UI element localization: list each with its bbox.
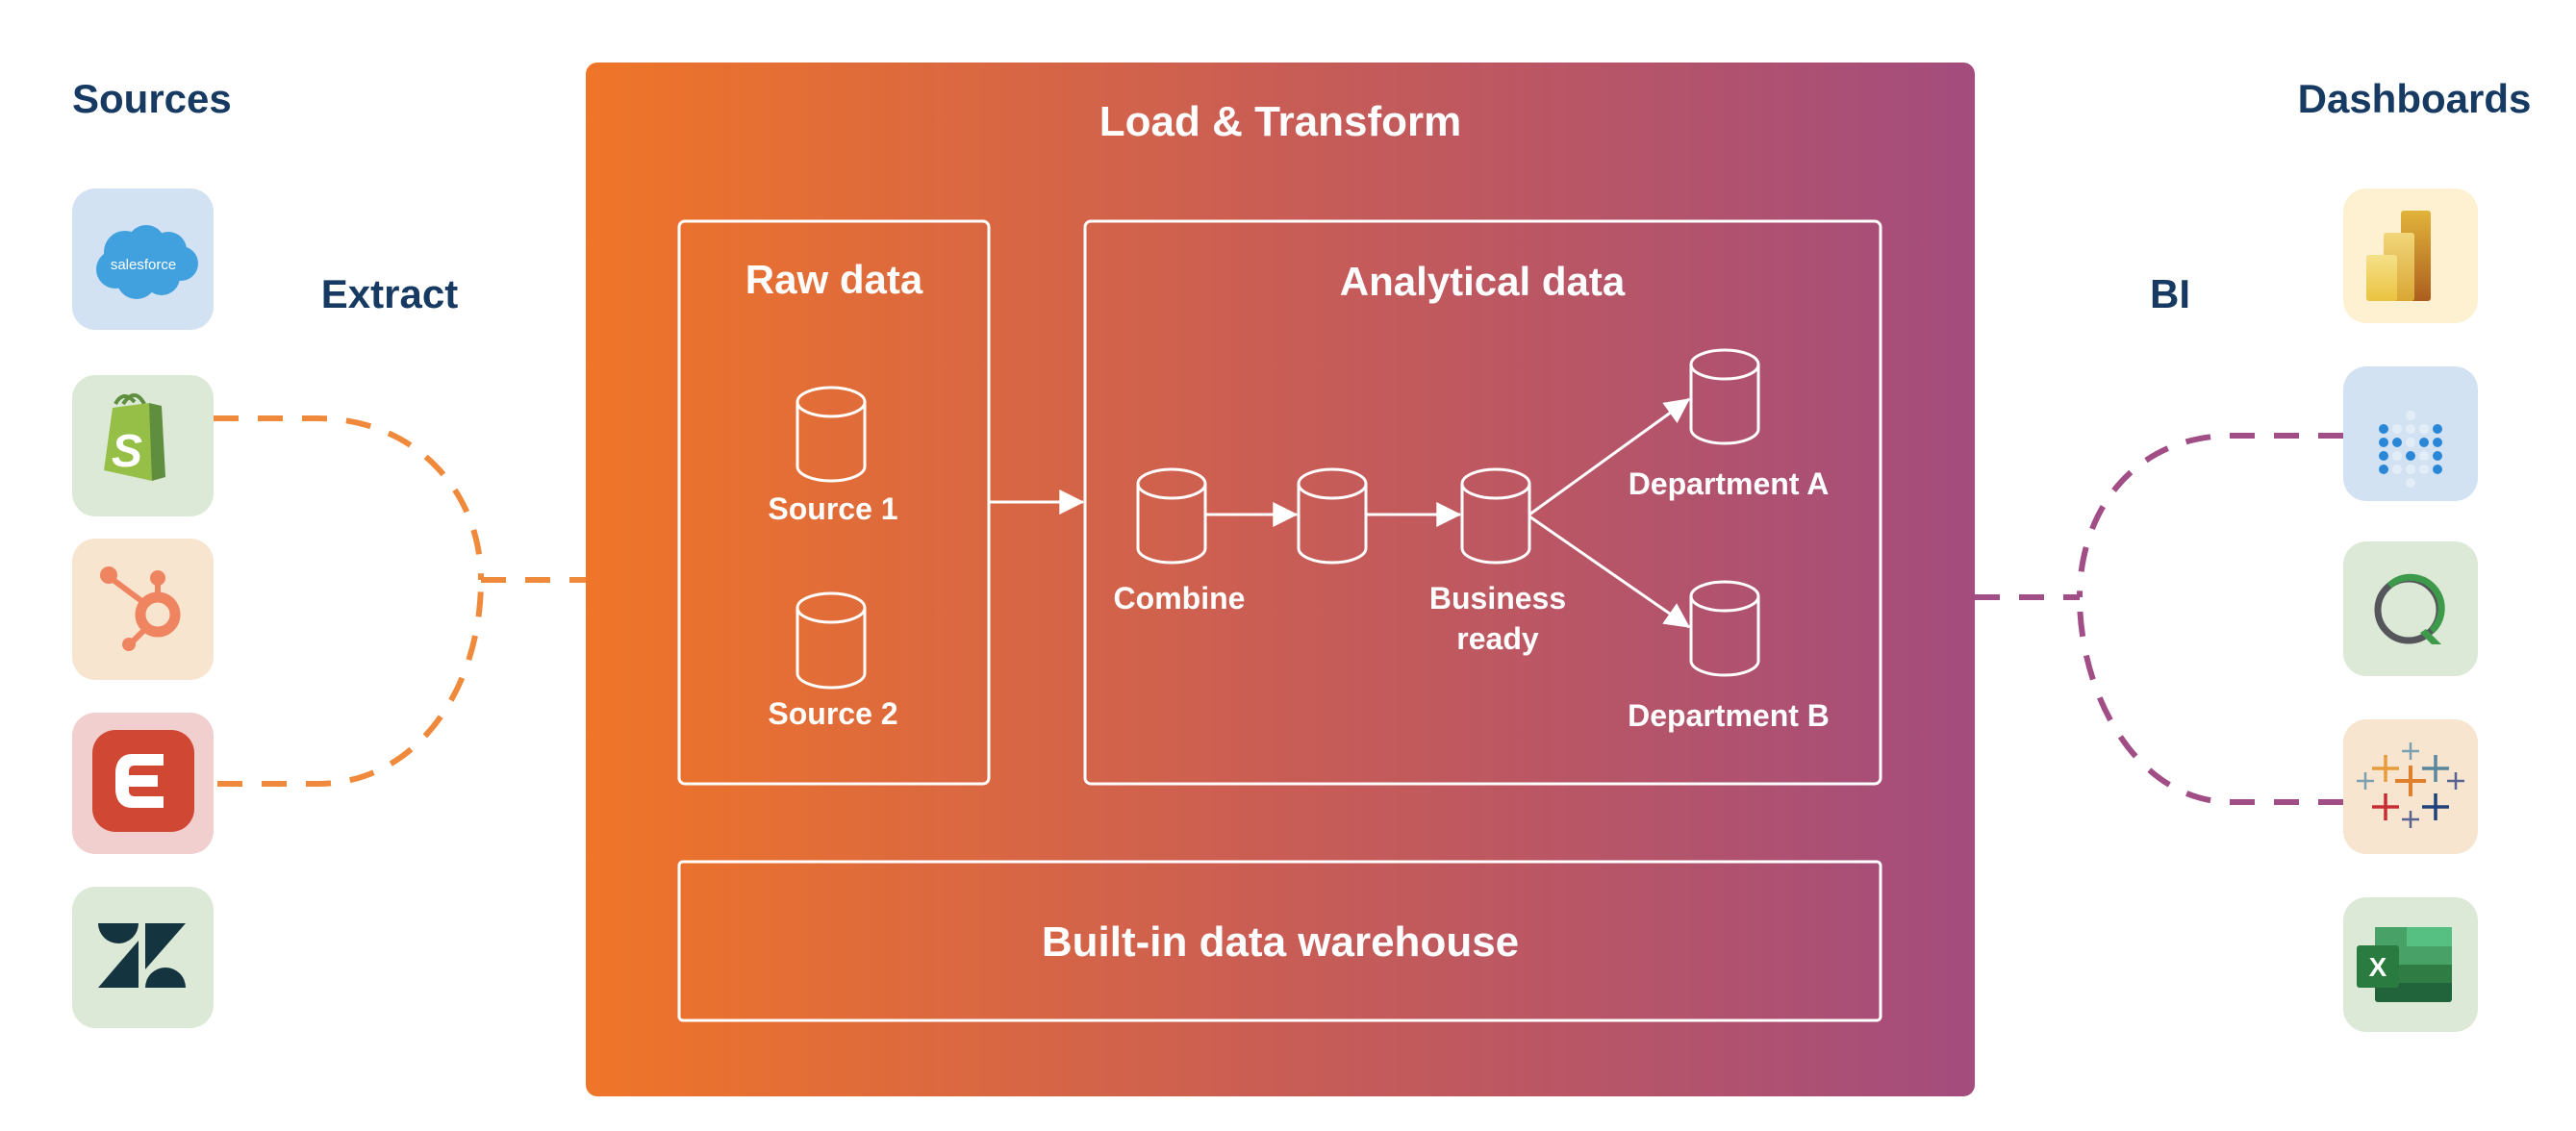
source-tile-shopify[interactable]: S [72,375,214,516]
dashboard-tile-tableau[interactable] [2343,719,2478,854]
shopify-icon: S [104,393,165,481]
source-2-label: Source 2 [768,696,897,731]
extract-connector-eventbrite [217,579,484,787]
dashboard-tile-power-bi[interactable] [2343,188,2478,323]
business-ready-label-line2: ready [1456,621,1539,656]
sources-title: Sources [72,76,232,121]
analytical-data-title: Analytical data [1340,259,1626,304]
source-tile-eventbrite[interactable] [72,713,214,854]
elt-diagram: Sources Extract salesforce S Load & Tran… [72,63,2532,1096]
shopify-glyph: S [112,426,142,477]
source-tile-hubspot[interactable] [72,539,214,680]
load-transform-title: Load & Transform [1099,98,1462,145]
source-1-label: Source 1 [768,491,897,526]
combine-label: Combine [1114,581,1246,616]
business-ready-label-line1: Business [1429,581,1566,616]
eventbrite-icon [92,730,194,832]
dashboard-tile-metabase[interactable] [2343,366,2478,501]
dashboard-tile-qlik[interactable] [2343,541,2478,676]
extract-connector-shopify [214,415,484,581]
salesforce-wordmark: salesforce [111,257,176,273]
source-tile-salesforce[interactable]: salesforce [72,188,214,330]
data-warehouse-label: Built-in data warehouse [1042,918,1519,966]
bi-label: BI [2150,271,2190,316]
extract-label: Extract [321,271,458,316]
department-a-label: Department A [1629,466,1830,501]
bi-connector-tableau [2077,596,2343,805]
department-b-label: Department B [1628,698,1830,733]
raw-data-title: Raw data [745,257,923,302]
dashboard-tile-excel[interactable]: X [2343,897,2478,1032]
excel-glyph: X [2369,952,2387,982]
bi-connector-metabase [2077,433,2343,598]
source-tile-zendesk[interactable] [72,887,214,1028]
dashboards-title: Dashboards [2298,76,2532,121]
